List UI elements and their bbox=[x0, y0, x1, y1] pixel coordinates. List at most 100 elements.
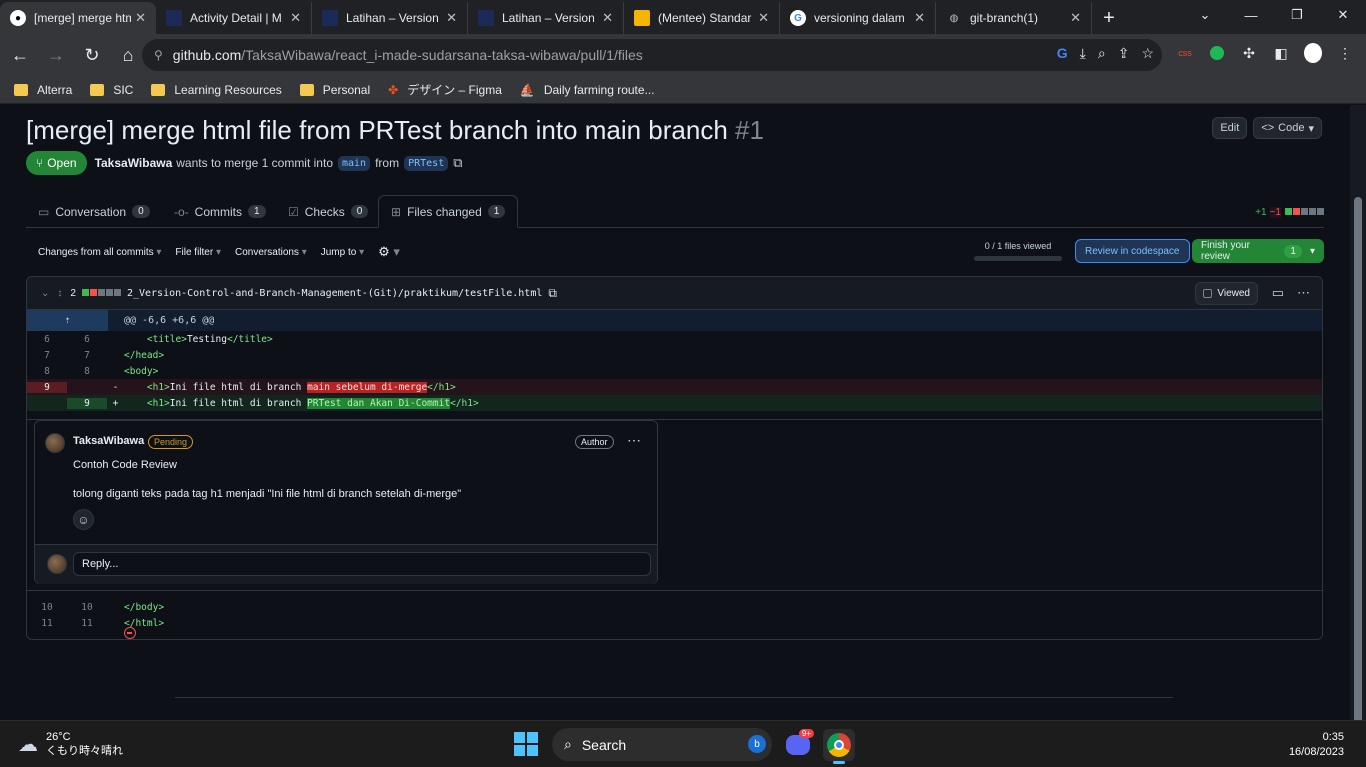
expand-up-icon[interactable]: ⇡ bbox=[27, 310, 108, 331]
install-icon[interactable]: ⤓ bbox=[1080, 45, 1086, 62]
bookmark-daily-farming[interactable]: ⛵ Daily farming route... bbox=[520, 83, 655, 97]
file-filter-dropdown[interactable]: File filter bbox=[175, 247, 221, 258]
weather-widget[interactable]: ☁ 26°C くもり時々晴れ bbox=[18, 730, 123, 758]
restore-icon[interactable]: ❐ bbox=[1274, 0, 1320, 30]
close-tab-icon[interactable]: ✕ bbox=[290, 10, 301, 26]
close-window-icon[interactable]: ✕ bbox=[1320, 0, 1366, 30]
tab-search-icon[interactable]: ⌄ bbox=[1182, 0, 1228, 30]
code-button[interactable]: <> Code ▾ bbox=[1253, 117, 1322, 139]
zoom-icon[interactable]: ⌕ bbox=[1098, 45, 1106, 62]
base-branch[interactable]: main bbox=[338, 155, 371, 171]
collapse-chevron-icon[interactable]: ⌄ bbox=[41, 288, 49, 299]
reply-area: Reply... bbox=[35, 544, 657, 584]
tab-commits[interactable]: -o- Commits 1 bbox=[162, 195, 278, 228]
expand-all-icon[interactable]: ↕ bbox=[57, 288, 62, 299]
date: 16/08/2023 bbox=[1288, 746, 1344, 758]
checklist-icon: ☑ bbox=[288, 204, 299, 219]
add-reaction-icon[interactable]: ☺ bbox=[73, 509, 94, 530]
chrome-menu-icon[interactable]: ⋮ bbox=[1336, 44, 1354, 62]
file-diff-icon: ⊞ bbox=[391, 204, 402, 219]
close-tab-icon[interactable]: ✕ bbox=[602, 10, 613, 26]
close-tab-icon[interactable]: ✕ bbox=[135, 10, 146, 26]
comment-menu-icon[interactable]: ⋯ bbox=[627, 432, 641, 449]
tab-checks[interactable]: ☑ Checks 0 bbox=[276, 195, 380, 228]
comment-on-file-icon[interactable]: ▭ bbox=[1272, 285, 1284, 301]
tab-title: git-branch(1) bbox=[970, 11, 1039, 25]
bookmark-folder[interactable]: Learning Resources bbox=[151, 83, 282, 97]
browser-tab[interactable]: Activity Detail | M ✕ bbox=[156, 2, 312, 34]
additions-count: +1 bbox=[1255, 207, 1267, 218]
url-input[interactable]: ⚲ github.com /TaksaWibawa/react_i-made-s… bbox=[142, 39, 1162, 71]
reload-icon[interactable]: ↻ bbox=[76, 39, 108, 71]
extensions-puzzle-icon[interactable]: ✣ bbox=[1240, 44, 1258, 62]
file-change-count: 2 bbox=[70, 287, 76, 299]
copy-icon[interactable]: ⧉ bbox=[453, 155, 462, 171]
files-viewed-bar bbox=[974, 256, 1062, 261]
css-extension-icon[interactable]: css bbox=[1176, 44, 1194, 62]
system-clock[interactable]: 0:35 16/08/2023 bbox=[1289, 730, 1344, 760]
close-tab-icon[interactable]: ✕ bbox=[758, 10, 769, 26]
bookmark-star-icon[interactable]: ☆ bbox=[1141, 45, 1154, 62]
copy-path-icon[interactable]: ⧉ bbox=[548, 286, 557, 301]
comment-author[interactable]: TaksaWibawa bbox=[73, 435, 144, 447]
taskbar-search[interactable]: ⌕ Search b bbox=[552, 728, 772, 761]
merge-text: wants to merge 1 commit into bbox=[176, 156, 333, 170]
window-controls: ⌄ — ❐ ✕ bbox=[1182, 0, 1366, 30]
side-panel-icon[interactable]: ◧ bbox=[1272, 44, 1290, 62]
viewed-checkbox[interactable]: Viewed bbox=[1195, 282, 1258, 305]
bing-icon[interactable]: b bbox=[748, 735, 766, 753]
chevron-down-icon: ▾ bbox=[1309, 245, 1315, 257]
green-extension-icon[interactable] bbox=[1208, 44, 1226, 62]
browser-tab[interactable]: Latihan – Version ✕ bbox=[312, 2, 468, 34]
browser-tab[interactable]: G versioning dalam ✕ bbox=[780, 2, 936, 34]
discord-icon[interactable]: 9+ bbox=[782, 729, 814, 761]
forward-icon[interactable]: → bbox=[40, 39, 72, 71]
pr-author[interactable]: TaksaWibawa bbox=[95, 156, 173, 170]
changes-from-dropdown[interactable]: Changes from all commits bbox=[38, 247, 161, 258]
file-path[interactable]: 2_Version-Control-and-Branch-Management-… bbox=[127, 288, 542, 299]
tab-files-changed[interactable]: ⊞ Files changed 1 bbox=[378, 195, 519, 228]
pending-count: 1 bbox=[1284, 244, 1302, 258]
back-icon[interactable]: ← bbox=[4, 39, 36, 71]
close-tab-icon[interactable]: ✕ bbox=[446, 10, 457, 26]
review-in-codespace-button[interactable]: Review in codespace bbox=[1075, 239, 1190, 263]
browser-tab[interactable]: ◍ git-branch(1) ✕ bbox=[936, 2, 1092, 34]
taskbar: ☁ 26°C くもり時々晴れ ⌕ Search b 9+ 0:35 16/08/… bbox=[0, 720, 1366, 767]
head-branch[interactable]: PRTest bbox=[404, 155, 449, 171]
browser-tab[interactable]: Latihan – Version ✕ bbox=[468, 2, 624, 34]
chrome-taskbar-icon[interactable] bbox=[823, 729, 855, 764]
share-icon[interactable]: ⇪ bbox=[1118, 45, 1130, 62]
reply-input[interactable]: Reply... bbox=[73, 552, 651, 576]
bookmark-figma[interactable]: ✤ デザイン – Figma bbox=[388, 81, 502, 98]
avatar[interactable] bbox=[45, 433, 65, 453]
profile-avatar-icon[interactable] bbox=[1304, 43, 1322, 63]
pr-title-text: [merge] merge html file from PRTest bran… bbox=[26, 115, 728, 145]
close-tab-icon[interactable]: ✕ bbox=[914, 10, 925, 26]
diff-line-deletion: 9- <h1>Ini file html di branch main sebe… bbox=[27, 379, 1322, 395]
site-info-icon[interactable]: ⚲ bbox=[154, 48, 163, 62]
bookmark-folder[interactable]: Personal bbox=[299, 83, 370, 97]
browser-tab[interactable]: (Mentee) Standar ✕ bbox=[624, 2, 780, 34]
edit-button[interactable]: Edit bbox=[1212, 117, 1248, 139]
hunk-header: ⇡ @@ -6,6 +6,6 @@ bbox=[27, 310, 1322, 331]
google-lens-icon[interactable]: G bbox=[1057, 45, 1068, 62]
new-tab-button[interactable]: + bbox=[1092, 2, 1126, 34]
commit-icon: -o- bbox=[174, 204, 189, 219]
bookmark-folder[interactable]: SIC bbox=[90, 83, 133, 97]
finish-review-button[interactable]: Finish your review 1 ▾ bbox=[1192, 239, 1324, 263]
github-page: [merge] merge html file from PRTest bran… bbox=[0, 105, 1350, 720]
kebab-menu-icon[interactable]: ⋯ bbox=[1297, 285, 1310, 301]
bookmark-folder[interactable]: Alterra bbox=[14, 83, 72, 97]
jump-to-dropdown[interactable]: Jump to bbox=[321, 247, 364, 258]
tab-conversation[interactable]: ▭ Conversation 0 bbox=[26, 195, 162, 228]
scrollbar-thumb[interactable] bbox=[1354, 197, 1362, 742]
minimize-icon[interactable]: — bbox=[1228, 0, 1274, 30]
browser-tab[interactable]: ● [merge] merge html ✕ bbox=[0, 2, 156, 34]
windows-start-icon[interactable] bbox=[514, 732, 538, 756]
page-scrollbar[interactable] bbox=[1350, 105, 1366, 742]
settings-gear-icon[interactable]: ⚙ bbox=[378, 244, 400, 260]
no-newline-icon bbox=[124, 627, 136, 639]
conversations-dropdown[interactable]: Conversations bbox=[235, 247, 307, 258]
close-tab-icon[interactable]: ✕ bbox=[1070, 10, 1081, 26]
home-icon[interactable]: ⌂ bbox=[112, 39, 144, 71]
